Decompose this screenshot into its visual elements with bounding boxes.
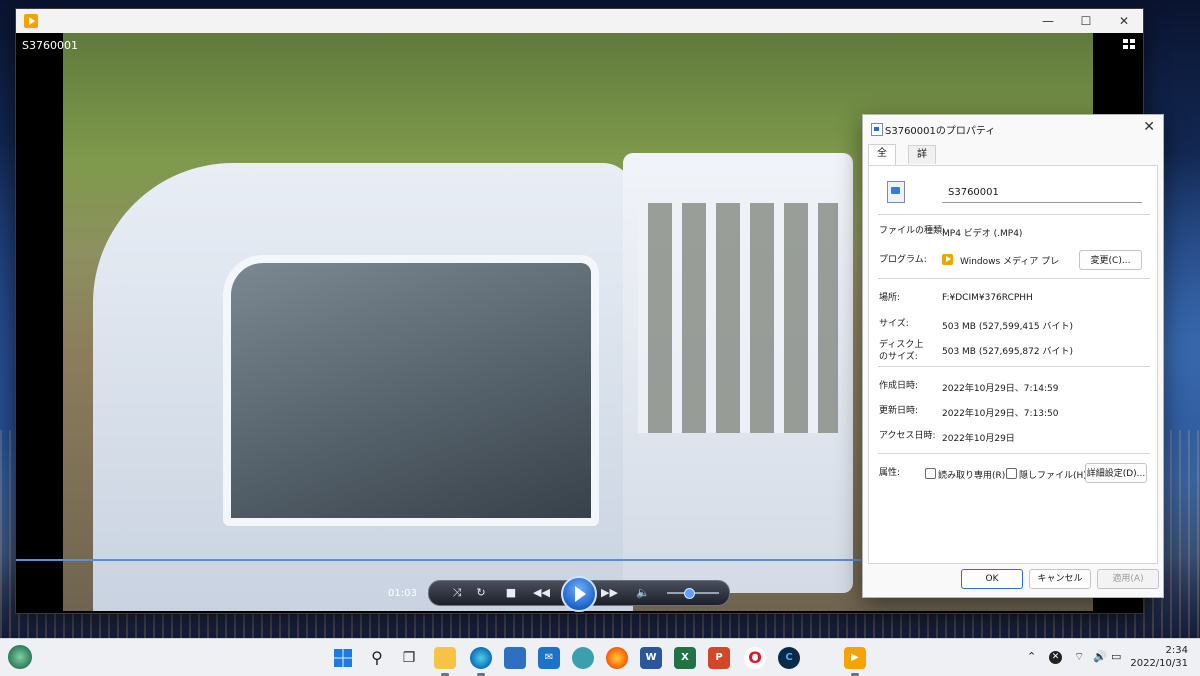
size-on-disk-label: ディスク上 のサイズ: [879, 339, 923, 363]
switch-layout-icon[interactable] [1123, 39, 1135, 49]
hidden-label[interactable]: 隠しファイル(H) [1019, 468, 1087, 481]
app-icon[interactable]: C [778, 647, 800, 669]
hidden-checkbox[interactable] [1006, 468, 1017, 479]
next-icon[interactable]: ▶▶ [601, 585, 618, 601]
edge-icon[interactable] [470, 647, 492, 676]
accessed-label: アクセス日時: [879, 431, 936, 441]
video-file-icon [887, 181, 905, 203]
attributes-label: 属性: [879, 468, 901, 478]
created-value: 2022年10月29日、7:14:59 [942, 384, 1059, 394]
size-value: 503 MB (527,599,415 バイト) [942, 322, 1073, 332]
separator [878, 278, 1150, 279]
media-player-icon [24, 14, 38, 28]
readonly-checkbox[interactable] [925, 468, 936, 479]
play-button[interactable] [561, 576, 597, 612]
general-tab-panel: ファイルの種類: MP4 ビデオ (.MP4) プログラム: Windows メ… [868, 165, 1158, 564]
start-icon[interactable] [332, 647, 354, 669]
firefox-icon[interactable] [606, 647, 628, 669]
size-on-disk-value: 503 MB (527,695,872 バイト) [942, 347, 1073, 357]
separator [878, 214, 1150, 215]
media-player-icon [942, 254, 953, 265]
readonly-label[interactable]: 読み取り専用(R) [938, 468, 1005, 481]
size-label: サイズ: [879, 319, 909, 329]
mail-icon[interactable]: ✉ [538, 647, 560, 669]
powerpoint-icon[interactable]: P [708, 647, 730, 669]
file-type-label: ファイルの種類: [879, 226, 946, 236]
battery-icon[interactable]: ▭ [1111, 650, 1121, 663]
modified-value: 2022年10月29日、7:13:50 [942, 409, 1059, 419]
separator [878, 366, 1150, 367]
opera-icon[interactable]: O [744, 647, 766, 669]
widgets-icon[interactable] [8, 645, 32, 669]
volume-icon[interactable]: 🔊 [1093, 650, 1107, 663]
dialog-close-icon[interactable]: ✕ [1143, 119, 1155, 135]
maximize-button[interactable]: ☐ [1067, 11, 1105, 31]
tab-details[interactable]: 詳細 [908, 145, 936, 178]
separator [878, 453, 1150, 454]
previous-icon[interactable]: ◀◀ [533, 585, 550, 601]
size-on-disk-label-line1: ディスク上 [879, 340, 924, 350]
properties-dialog[interactable]: S3760001のプロパティ ✕ 全般 詳細 ファイルの種類: MP4 ビデオ … [862, 114, 1164, 598]
close-button[interactable]: ✕ [1105, 11, 1143, 31]
file-explorer-icon[interactable] [434, 647, 456, 676]
excel-icon[interactable]: X [674, 647, 696, 669]
change-program-button[interactable]: 変更(C)... [1079, 250, 1142, 270]
player-titlebar[interactable]: — ☐ ✕ [16, 9, 1143, 33]
location-value: F:¥DCIM¥376RCPHH [942, 293, 1033, 303]
dialog-titlebar[interactable]: S3760001のプロパティ ✕ [863, 115, 1163, 141]
location-label: 場所: [879, 293, 901, 303]
ok-button[interactable]: OK [961, 569, 1023, 589]
file-name-input[interactable] [942, 183, 1142, 203]
size-on-disk-label-line2: のサイズ: [879, 352, 918, 362]
volume-handle[interactable] [684, 588, 695, 599]
dialog-title: S3760001のプロパティ [885, 126, 996, 137]
maps-icon[interactable] [572, 647, 594, 669]
stop-icon[interactable]: ■ [503, 585, 519, 601]
created-label: 作成日時: [879, 381, 919, 391]
program-value: Windows メディア プレーヤー従来 [960, 257, 1060, 267]
modified-label: 更新日時: [879, 406, 919, 416]
video-truck-bed-rack [638, 203, 838, 433]
search-icon[interactable]: ⚲ [366, 647, 388, 669]
clock-date: 2022/10/31 [1130, 658, 1188, 669]
playback-controls: ⤨ ↻ ■ ◀◀ ▶▶ 🔈 [428, 576, 730, 612]
clock[interactable]: 2:34 2022/10/31 [1130, 644, 1188, 670]
program-label: プログラム: [879, 255, 927, 265]
advanced-button[interactable]: 詳細設定(D)... [1085, 463, 1147, 483]
video-truck-window [223, 255, 599, 526]
video-file-icon [871, 123, 883, 136]
wifi-icon[interactable]: ⌔ [1074, 650, 1084, 664]
clock-time: 2:34 [1165, 645, 1188, 656]
minimize-button[interactable]: — [1029, 11, 1067, 31]
repeat-icon[interactable]: ↻ [473, 585, 489, 601]
store-icon[interactable] [504, 647, 526, 669]
file-type-value: MP4 ビデオ (.MP4) [942, 229, 1023, 239]
accessed-value: 2022年10月29日 [942, 434, 1015, 444]
elapsed-time: 01:03 [388, 588, 417, 599]
mute-icon[interactable]: 🔈 [635, 585, 651, 601]
task-view-icon[interactable]: ❐ [398, 647, 420, 669]
seek-bar[interactable] [16, 559, 861, 561]
shuffle-icon[interactable]: ⤨ [449, 585, 465, 601]
apply-button[interactable]: 適用(A) [1097, 569, 1159, 589]
taskbar: ⚲ ❐ ✉ W X P O C ▶ ⌃ ✕ ⌔ 🔊 ▭ 2:34 2022/10… [0, 638, 1200, 676]
player-video-title: S3760001 [22, 39, 78, 52]
cancel-button[interactable]: キャンセル [1029, 569, 1091, 589]
tray-app-icon[interactable]: ✕ [1049, 651, 1062, 664]
media-player-taskbar-icon[interactable]: ▶ [844, 647, 866, 676]
chevron-up-icon[interactable]: ⌃ [1027, 650, 1036, 663]
tab-general[interactable]: 全般 [868, 144, 896, 177]
word-icon[interactable]: W [640, 647, 662, 669]
